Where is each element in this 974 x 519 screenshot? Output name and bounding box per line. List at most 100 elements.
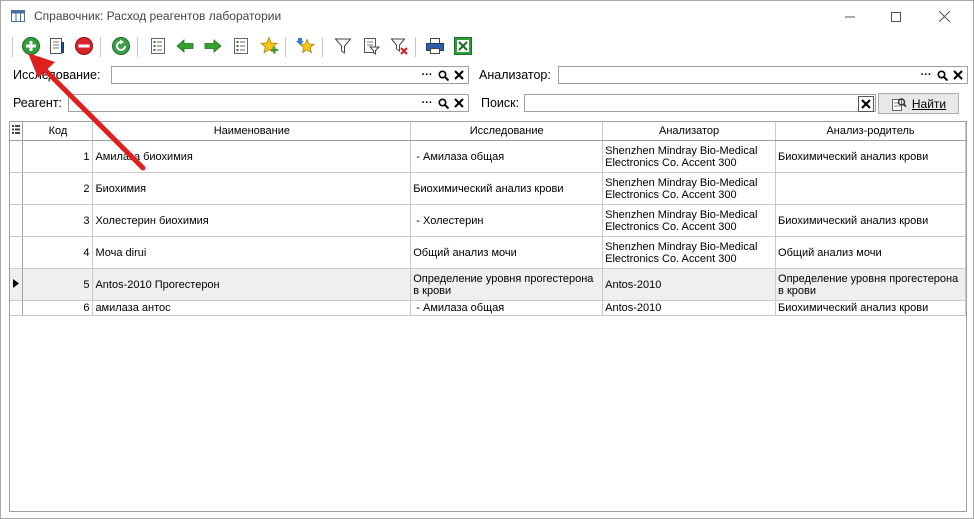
row-selector-header[interactable] <box>10 122 24 141</box>
ellipsis-icon[interactable]: ··· <box>420 68 434 82</box>
filter-edit-button[interactable] <box>359 34 383 58</box>
cell-analyzer: Shenzhen Mindray Bio-Medical Electronics… <box>602 236 777 269</box>
clear-icon[interactable] <box>858 96 874 112</box>
search-icon[interactable] <box>935 68 949 82</box>
cell-code: 5 <box>22 268 94 301</box>
clear-icon[interactable] <box>452 96 466 110</box>
search-icon[interactable] <box>436 68 450 82</box>
cell-research: Биохимический анализ крови <box>410 172 604 205</box>
search-field[interactable] <box>524 94 876 112</box>
print-icon <box>426 38 444 54</box>
table-row[interactable]: 6 амилаза антос - Амилаза общая Antos-20… <box>10 300 966 316</box>
cell-analyzer: Antos-2010 <box>602 300 777 316</box>
clear-icon[interactable] <box>452 68 466 82</box>
list-button[interactable] <box>146 34 170 58</box>
analyzer-label: Анализатор: <box>479 68 551 82</box>
cell-name: Амилаза биохимия <box>92 140 412 173</box>
cell-parent: Биохимический анализ крови <box>775 300 966 316</box>
clear-icon[interactable] <box>951 68 965 82</box>
cell-parent: Общий анализ мочи <box>775 236 966 269</box>
search-icon[interactable] <box>436 96 450 110</box>
filter-button[interactable] <box>331 34 355 58</box>
analyzer-field[interactable]: ··· <box>558 66 968 84</box>
research-input[interactable] <box>112 67 468 83</box>
filter-clear-icon <box>390 38 408 55</box>
cell-parent <box>775 172 966 205</box>
toolbar-separator <box>415 37 416 57</box>
current-row-icon <box>13 278 20 288</box>
search-label: Поиск: <box>481 96 520 110</box>
cell-research: - Амилаза общая <box>410 140 604 173</box>
list-icon <box>151 38 165 54</box>
row-indicator[interactable] <box>10 172 24 205</box>
filter-edit-icon <box>364 38 381 55</box>
cell-code: 1 <box>22 140 94 173</box>
cell-name: Antos-2010 Прогестерон <box>92 268 412 301</box>
cell-name: Моча dirui <box>92 236 412 269</box>
column-header-name[interactable]: Наименование <box>92 122 412 141</box>
cell-research: - Амилаза общая <box>410 300 604 316</box>
arrow-right-icon <box>204 39 222 53</box>
title-bar: Справочник: Расход реагентов лаборатории <box>1 1 973 32</box>
reagents-table: Код Наименование Исследование Анализатор… <box>10 122 966 316</box>
refresh-icon <box>112 37 130 55</box>
star-down-icon <box>296 38 316 54</box>
table-row[interactable]: 3 Холестерин биохимия - Холестерин Shenz… <box>10 204 966 237</box>
table-row[interactable]: 1 Амилаза биохимия - Амилаза общая Shenz… <box>10 140 966 173</box>
toolbar-separator <box>322 37 323 57</box>
row-indicator[interactable] <box>10 204 24 237</box>
table-row[interactable]: 2 Биохимия Биохимический анализ крови Sh… <box>10 172 966 205</box>
move-right-button[interactable] <box>201 34 225 58</box>
maximize-button[interactable] <box>873 1 919 32</box>
reagent-field[interactable]: ··· <box>68 94 469 112</box>
row-indicator[interactable] <box>10 140 24 173</box>
cell-parent: Биохимический анализ крови <box>775 204 966 237</box>
list-copy-button[interactable] <box>229 34 253 58</box>
column-header-research[interactable]: Исследование <box>410 122 604 141</box>
favorite-down-button[interactable] <box>294 34 318 58</box>
reagent-label: Реагент: <box>13 96 63 110</box>
cell-code: 3 <box>22 204 94 237</box>
row-indicator[interactable] <box>10 236 24 269</box>
minimize-icon <box>845 16 855 17</box>
refresh-button[interactable] <box>109 34 133 58</box>
delete-icon <box>75 37 93 55</box>
add-button[interactable] <box>19 34 43 58</box>
toolbar-separator <box>285 37 286 57</box>
close-button[interactable] <box>921 1 967 32</box>
favorite-add-button[interactable] <box>257 34 281 58</box>
edit-icon <box>50 38 64 54</box>
toolbar-separator <box>100 37 101 57</box>
app-window: Справочник: Расход реагентов лаборатории <box>0 0 974 519</box>
row-indicator[interactable] <box>10 268 24 301</box>
minimize-button[interactable] <box>827 1 873 32</box>
filter-clear-button[interactable] <box>387 34 411 58</box>
delete-button[interactable] <box>72 34 96 58</box>
table-icon <box>11 10 25 22</box>
cell-name: Биохимия <box>92 172 412 205</box>
ellipsis-icon[interactable]: ··· <box>919 68 933 82</box>
find-button[interactable]: Найти <box>878 93 959 114</box>
search-input[interactable] <box>525 95 875 111</box>
arrow-left-icon <box>176 39 194 53</box>
column-header-code[interactable]: Код <box>22 122 94 141</box>
print-button[interactable] <box>423 34 447 58</box>
cell-parent: Определение уровня прогестерона в крови <box>775 268 966 301</box>
column-header-analyzer[interactable]: Анализатор <box>602 122 777 141</box>
row-indicator[interactable] <box>10 300 24 316</box>
cell-research: Определение уровня прогестерона в крови <box>410 268 604 301</box>
table-header: Код Наименование Исследование Анализатор… <box>10 122 966 141</box>
export-excel-button[interactable] <box>451 34 475 58</box>
column-header-parent[interactable]: Анализ-родитель <box>775 122 966 141</box>
table-row-selected[interactable]: 5 Antos-2010 Прогестерон Определение уро… <box>10 268 966 301</box>
move-left-button[interactable] <box>173 34 197 58</box>
cell-analyzer: Antos-2010 <box>602 268 777 301</box>
table-row[interactable]: 4 Моча dirui Общий анализ мочи Shenzhen … <box>10 236 966 269</box>
cell-name: Холестерин биохимия <box>92 204 412 237</box>
cell-code: 4 <box>22 236 94 269</box>
ellipsis-icon[interactable]: ··· <box>420 96 434 110</box>
research-field[interactable]: ··· <box>111 66 469 84</box>
analyzer-input[interactable] <box>559 67 967 83</box>
edit-button[interactable] <box>45 34 69 58</box>
reagent-input[interactable] <box>69 95 468 111</box>
